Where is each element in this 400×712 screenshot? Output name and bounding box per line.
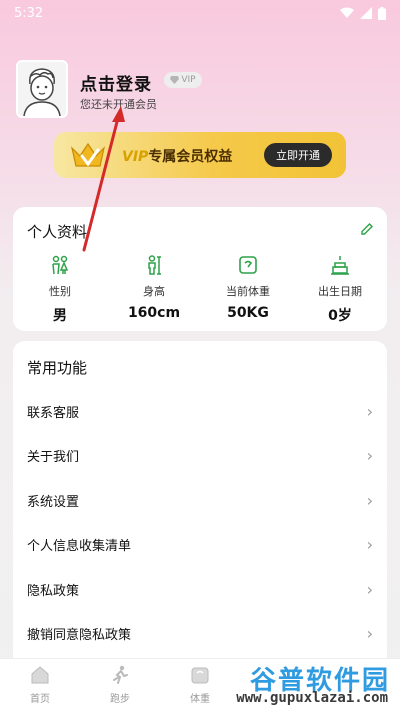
watermark-url: www.gupuxlazai.com <box>236 690 388 706</box>
tab-home[interactable]: 首页 <box>5 665 75 705</box>
stat-birthday-label: 出生日期 <box>318 285 362 298</box>
avatar-cartoon-icon <box>23 68 61 116</box>
stat-weight-label: 当前体重 <box>226 285 270 298</box>
stat-gender[interactable]: 性别 男 <box>13 255 107 325</box>
menu-item-label: 联系客服 <box>27 405 80 421</box>
stat-birthday[interactable]: 出生日期 0岁 <box>293 255 387 325</box>
signal-icon <box>360 7 372 19</box>
menu-item-label: 撤销同意隐私政策 <box>27 627 132 643</box>
chevron-right-icon: › <box>366 490 373 510</box>
profile-info-card: 个人资料 性别 男 身高 160cm 当前体重 50KG 出生日期 0岁 <box>13 207 387 331</box>
scale-icon <box>239 256 257 274</box>
scale-icon <box>191 667 209 684</box>
profile-info-title: 个人资料 <box>27 223 88 241</box>
vip-banner-text: 专属会员权益 <box>148 149 233 165</box>
menu-item-privacy-policy[interactable]: 隐私政策 › <box>13 567 387 611</box>
menu-item-personal-info-list[interactable]: 个人信息收集清单 › <box>13 522 387 566</box>
tab-running-label: 跑步 <box>110 694 130 705</box>
login-prompt[interactable]: 点击登录 <box>80 70 152 95</box>
menu-item-label: 系统设置 <box>27 494 80 510</box>
stat-gender-label: 性别 <box>49 285 71 298</box>
avatar[interactable] <box>16 60 68 118</box>
menu-item-revoke-privacy-consent[interactable]: 撤销同意隐私政策 › <box>13 611 387 655</box>
chevron-right-icon: › <box>366 579 373 599</box>
menu-item-contact-support[interactable]: 联系客服 › <box>13 389 387 433</box>
wifi-icon <box>340 7 354 18</box>
open-vip-button[interactable]: 立即开通 <box>264 143 332 167</box>
vip-diamond-icon <box>170 76 180 84</box>
stat-birthday-value: 0岁 <box>328 308 352 324</box>
battery-icon <box>378 6 386 20</box>
watermark: 谷普软件园 www.gupuxlazai.com <box>214 660 394 710</box>
vip-crown-icon <box>70 142 106 167</box>
stat-gender-value: 男 <box>53 308 67 324</box>
profile-header: 点击登录 VIP 您还未开通会员 <box>16 60 386 122</box>
common-features-title: 常用功能 <box>27 359 88 377</box>
home-icon <box>31 666 49 684</box>
height-icon <box>148 255 161 275</box>
menu-item-label: 关于我们 <box>27 449 80 465</box>
chevron-right-icon: › <box>366 623 373 643</box>
tab-running[interactable]: 跑步 <box>85 665 155 705</box>
vip-chip: VIP <box>164 72 202 88</box>
edit-icon[interactable] <box>361 223 373 235</box>
vip-banner[interactable]: VIP专属会员权益 立即开通 <box>54 132 346 178</box>
menu-item-label: 个人信息收集清单 <box>27 538 132 554</box>
stat-height[interactable]: 身高 160cm <box>107 255 201 321</box>
status-time: 5:32 <box>14 5 44 21</box>
running-icon <box>113 665 128 684</box>
vip-banner-title: VIP专属会员权益 <box>122 146 232 166</box>
chevron-right-icon: › <box>366 445 373 465</box>
gender-icon <box>52 255 69 275</box>
menu-item-about-us[interactable]: 关于我们 › <box>13 433 387 477</box>
stat-weight[interactable]: 当前体重 50KG <box>201 255 295 321</box>
vip-banner-vip: VIP <box>122 149 149 165</box>
common-features-card: 常用功能 联系客服 › 关于我们 › 系统设置 › 个人信息收集清单 › 隐私政… <box>13 341 387 671</box>
stat-height-value: 160cm <box>127 305 181 321</box>
menu-item-settings[interactable]: 系统设置 › <box>13 478 387 522</box>
stat-weight-value: 50KG <box>227 305 269 321</box>
chevron-right-icon: › <box>366 401 373 421</box>
status-bar: 5:32 <box>0 0 400 26</box>
status-icons <box>340 6 386 20</box>
birthday-cake-icon <box>331 256 349 275</box>
member-status: 您还未开通会员 <box>80 98 157 111</box>
menu-item-label: 隐私政策 <box>27 583 80 599</box>
tab-home-label: 首页 <box>30 694 50 705</box>
vip-chip-label: VIP <box>181 75 196 85</box>
stat-height-label: 身高 <box>143 285 165 298</box>
chevron-right-icon: › <box>366 534 373 554</box>
